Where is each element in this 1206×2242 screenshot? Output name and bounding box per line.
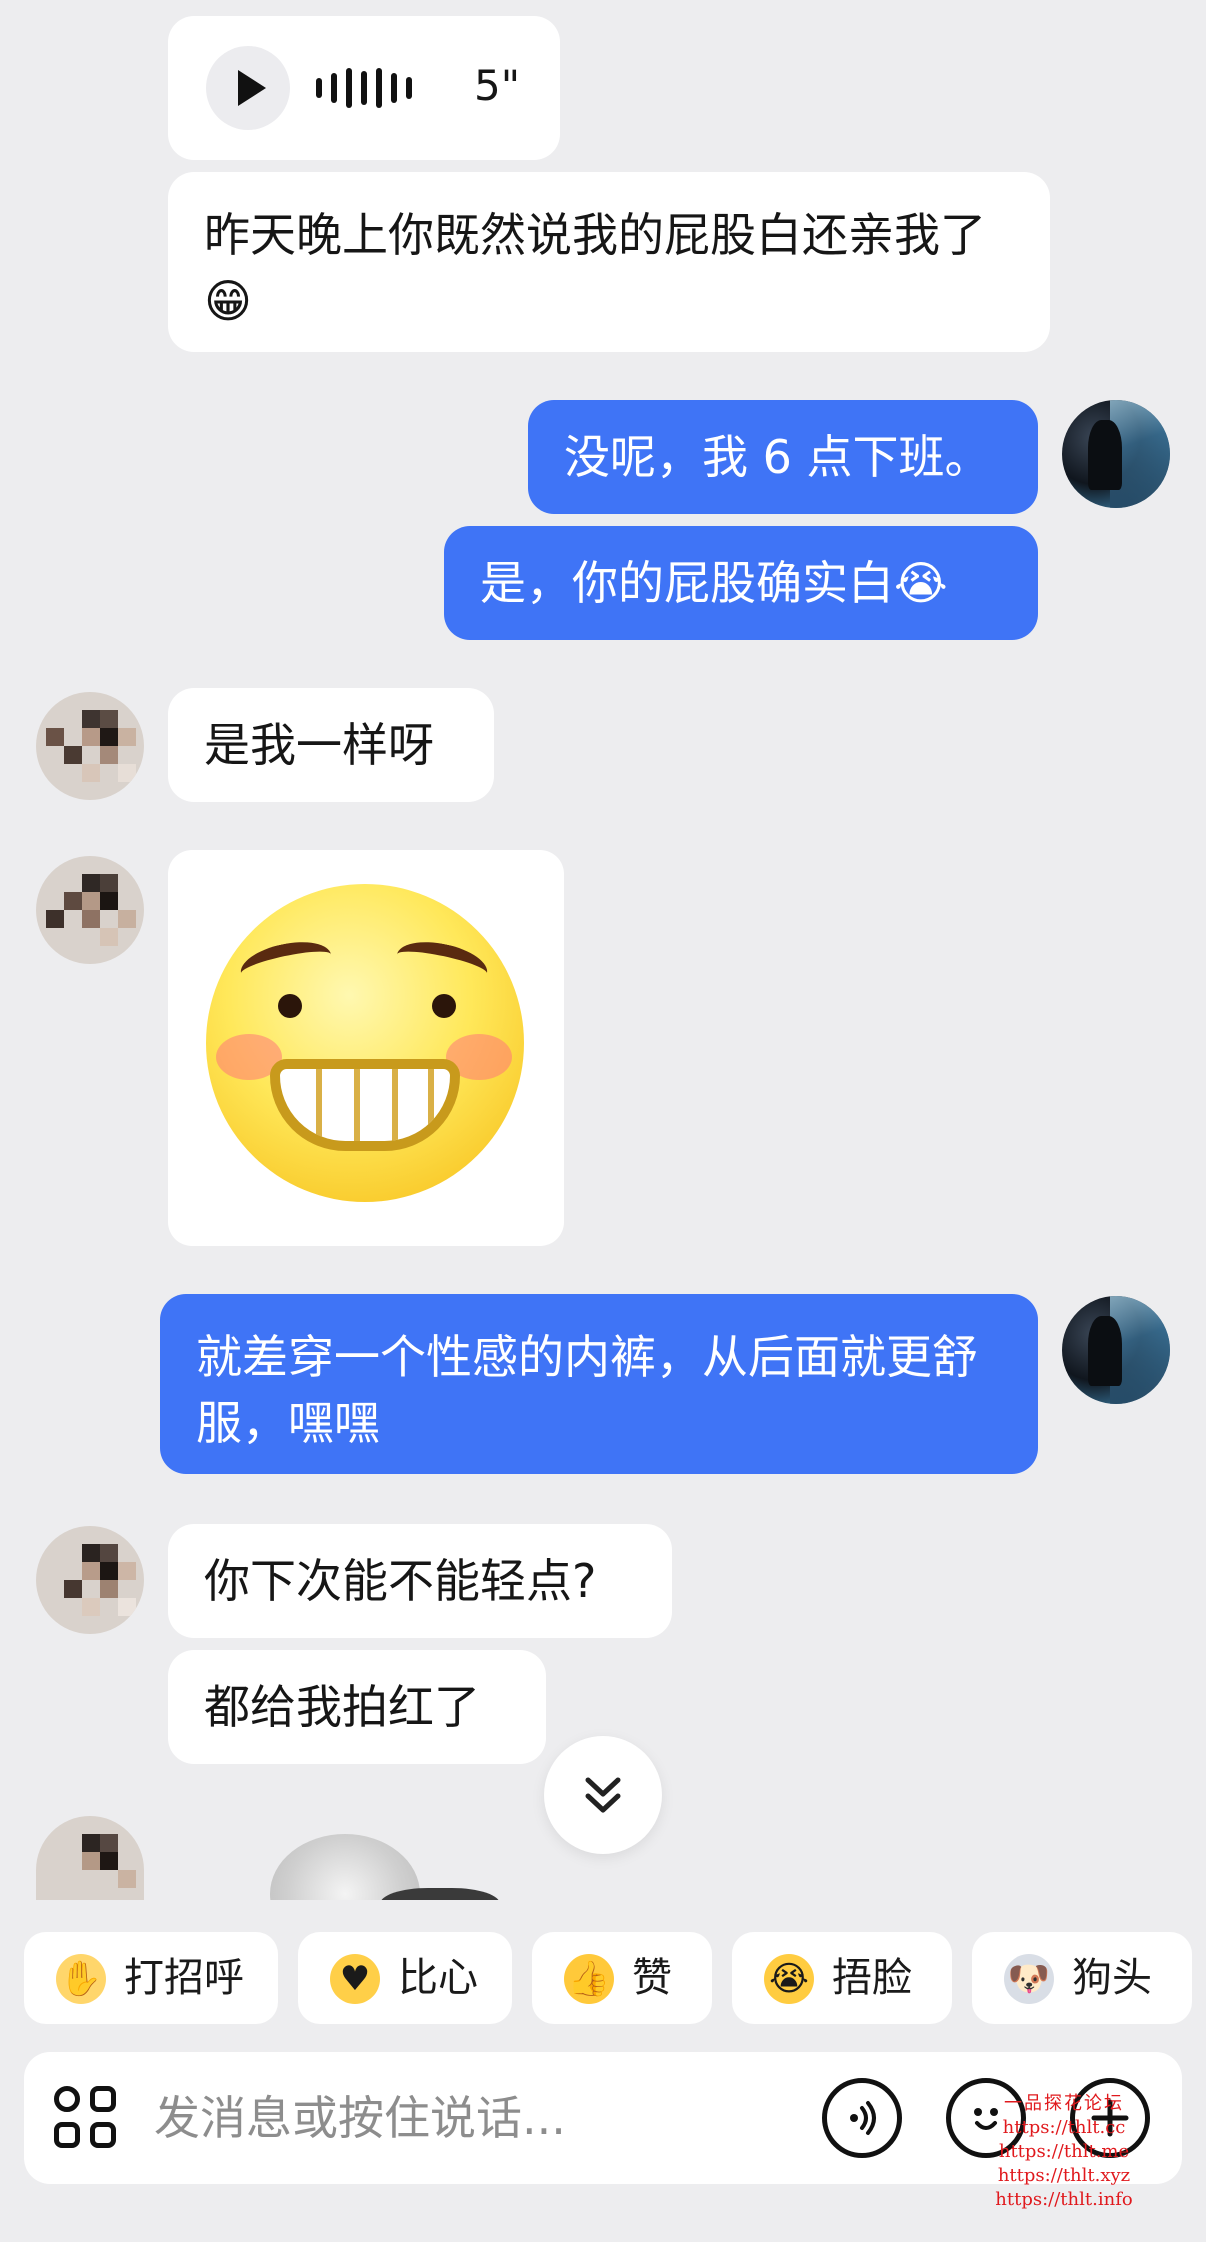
avatar[interactable] [36, 856, 144, 964]
message-text: 是我一样呀 [204, 718, 434, 772]
message-bubble-incoming[interactable]: 你下次能不能轻点? [168, 1524, 672, 1638]
quick-reply-label: 打招呼 [124, 1955, 244, 2001]
avatar[interactable] [36, 1526, 144, 1634]
message-bubble-incoming[interactable]: 昨天晚上你既然说我的屁股白还亲我了😁 [168, 172, 1050, 352]
scroll-to-bottom-button[interactable] [544, 1736, 662, 1854]
sticker-message[interactable] [168, 850, 564, 1246]
grinning-sticker-icon [206, 884, 524, 1202]
message-text: 就差穿一个性感的内裤，从后面就更舒服，嘿嘿 [196, 1330, 978, 1450]
voice-duration: 5" [474, 61, 521, 110]
quick-reply-label: 捂脸 [832, 1955, 912, 2001]
double-chevron-down-icon [585, 1777, 621, 1813]
message-bubble-incoming[interactable]: 都给我拍红了 [168, 1650, 546, 1764]
quick-reply-label: 赞 [632, 1955, 672, 2001]
message-bubble-outgoing[interactable]: 是，你的屁股确实白😭 [444, 526, 1038, 640]
avatar[interactable] [36, 692, 144, 800]
wave-hand-emoji-icon: ✋ [56, 1954, 106, 2004]
quick-reply-label: 比心 [398, 1955, 478, 2001]
finger-heart-emoji-icon: ♥ [330, 1954, 380, 2004]
avatar[interactable] [36, 1816, 144, 1900]
message-text: 昨天晚上你既然说我的屁股白还亲我了😁 [204, 208, 986, 328]
play-icon[interactable] [206, 46, 290, 130]
avatar[interactable] [1062, 400, 1170, 508]
watermark-url: https://thlt.xyz [997, 2165, 1131, 2186]
voice-wave-icon [316, 60, 412, 116]
quick-reply-heart[interactable]: ♥ 比心 [298, 1932, 512, 2024]
avatar[interactable] [1062, 1296, 1170, 1404]
voice-wave-icon[interactable] [822, 2078, 902, 2158]
message-text: 都给我拍红了 [204, 1680, 480, 1734]
message-text: 没呢，我 6 点下班。 [564, 430, 991, 484]
quick-reply-doge[interactable]: 🐶 狗头 [972, 1932, 1192, 2024]
watermark-url: https://thlt.cc [1002, 2117, 1126, 2138]
facepalm-emoji-icon: 😭 [764, 1954, 814, 2004]
quick-reply-like[interactable]: 👍 赞 [532, 1932, 712, 2024]
quick-reply-bar: ✋ 打招呼 ♥ 比心 👍 赞 😭 捂脸 🐶 狗头 [0, 1932, 1206, 2024]
message-text: 是，你的屁股确实白😭 [480, 556, 948, 610]
watermark-url: https://thlt.me [998, 2141, 1130, 2162]
message-bubble-outgoing[interactable]: 没呢，我 6 点下班。 [528, 400, 1038, 514]
watermark-url: https://thlt.info [995, 2189, 1133, 2210]
message-input[interactable] [154, 2086, 674, 2150]
watermark-title: 一品探花论坛 [1004, 2093, 1124, 2114]
apps-grid-icon[interactable] [54, 2086, 120, 2152]
message-bubble-incoming[interactable]: 是我一样呀 [168, 688, 494, 802]
watermark: 一品探花论坛 https://thlt.cc https://thlt.me h… [984, 2092, 1144, 2212]
message-text: 你下次能不能轻点? [204, 1554, 597, 1608]
quick-reply-wave[interactable]: ✋ 打招呼 [24, 1932, 278, 2024]
doge-emoji-icon: 🐶 [1004, 1954, 1054, 2004]
quick-reply-facepalm[interactable]: 😭 捂脸 [732, 1932, 952, 2024]
message-bubble-outgoing[interactable]: 就差穿一个性感的内裤，从后面就更舒服，嘿嘿 [160, 1294, 1038, 1474]
partial-image-message[interactable] [230, 1826, 530, 1900]
quick-reply-label: 狗头 [1072, 1955, 1152, 2001]
thumbs-up-emoji-icon: 👍 [564, 1954, 614, 2004]
voice-message-bubble[interactable]: 5" [168, 16, 560, 160]
